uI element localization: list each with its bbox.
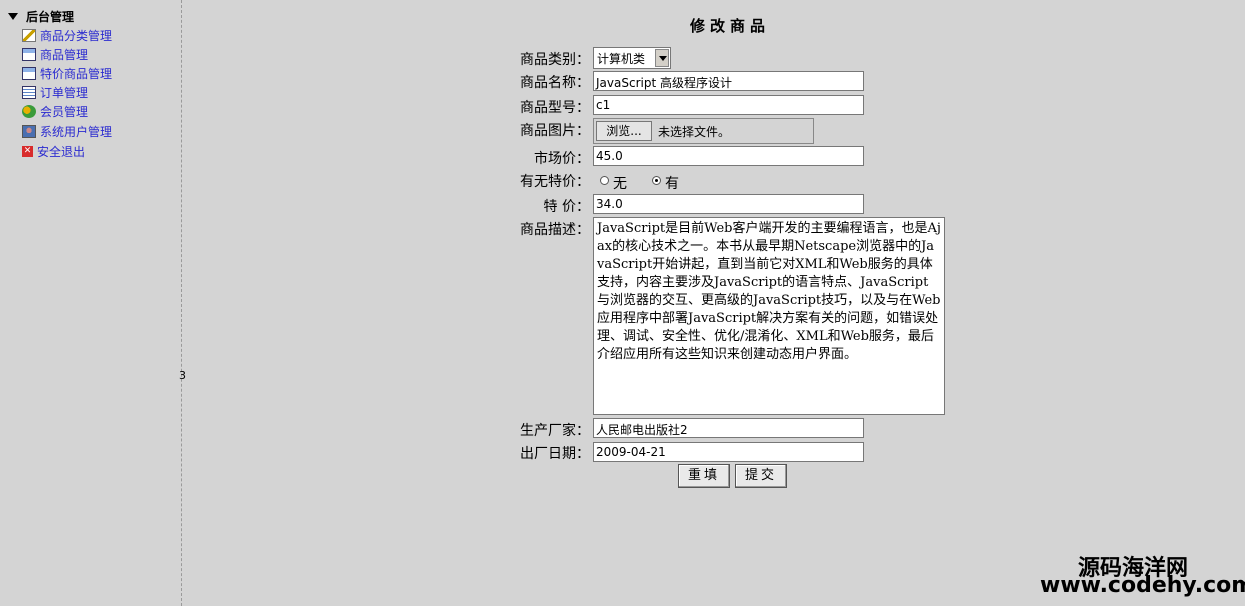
exit-icon: ✕ — [22, 146, 33, 157]
sidebar-item-label: 系统用户管理 — [40, 125, 113, 139]
radio-special-yes[interactable] — [652, 176, 661, 185]
sidebar-item-order-management[interactable]: 订单管理 — [22, 84, 88, 101]
reset-button[interactable]: 重填 — [678, 464, 730, 488]
description-label: 商品描述： — [520, 222, 590, 238]
user-icon — [22, 125, 36, 138]
sidebar-item-label: 特价商品管理 — [40, 67, 113, 81]
sidebar-item-product-management[interactable]: 商品管理 — [22, 46, 88, 63]
browse-button[interactable]: 浏览... — [596, 121, 652, 141]
sidebar-item-label: 会员管理 — [40, 105, 89, 119]
sidebar: 后台管理 商品分类管理 商品管理 特价商品管理 订单管理 会员管理 系统用户管理… — [0, 0, 180, 606]
category-label: 商品类别： — [520, 52, 590, 68]
special-price-label: 特 价： — [543, 199, 590, 215]
special-price-input[interactable]: 34.0 — [593, 194, 864, 214]
manufacturer-input[interactable]: 人民邮电出版社2 — [593, 418, 864, 438]
image-label: 商品图片： — [520, 123, 590, 139]
date-input[interactable]: 2009-04-21 — [593, 442, 864, 462]
category-select[interactable]: 计算机类 — [593, 47, 671, 69]
image-file-input[interactable]: 浏览... 未选择文件。 — [593, 118, 814, 144]
list-icon — [22, 86, 36, 99]
radio-special-no[interactable] — [600, 176, 609, 185]
frame-divider[interactable] — [181, 0, 182, 606]
name-label: 商品名称： — [520, 75, 590, 91]
description-textarea[interactable]: JavaScript是目前Web客户端开发的主要编程语言，也是Ajax的核心技术… — [593, 217, 945, 415]
sidebar-item-system-user-management[interactable]: 系统用户管理 — [22, 123, 112, 140]
manufacturer-label: 生产厂家： — [520, 423, 590, 439]
chart-window-icon — [22, 67, 36, 80]
sidebar-item-label: 安全退出 — [37, 145, 86, 159]
tree-root-label: 后台管理 — [26, 10, 75, 24]
chart-window-icon — [22, 48, 36, 61]
market-price-input[interactable]: 45.0 — [593, 146, 864, 166]
submit-button[interactable]: 提交 — [735, 464, 787, 488]
date-label: 出厂日期： — [520, 446, 590, 462]
triangle-down-icon[interactable] — [8, 13, 18, 20]
page-title: 修改商品 — [690, 17, 771, 35]
market-price-label: 市场价： — [534, 151, 590, 167]
pencil-icon — [22, 29, 36, 42]
sidebar-item-member-management[interactable]: 会员管理 — [22, 103, 88, 120]
sidebar-item-logout[interactable]: ✕ 安全退出 — [22, 143, 85, 160]
special-label: 有无特价： — [520, 174, 590, 190]
model-input[interactable]: c1 — [593, 95, 864, 115]
file-status: 未选择文件。 — [658, 125, 731, 139]
model-label: 商品型号： — [520, 100, 590, 116]
sidebar-item-special-product-management[interactable]: 特价商品管理 — [22, 65, 112, 82]
sidebar-item-label: 商品分类管理 — [40, 29, 113, 43]
category-select-value: 计算机类 — [597, 52, 646, 66]
watermark-en: www.codehy.com — [1040, 573, 1245, 598]
splitter-label: 3 — [179, 369, 186, 382]
radio-special-yes-label: 有 — [665, 176, 679, 192]
chevron-down-icon[interactable] — [655, 49, 669, 67]
sidebar-item-category-management[interactable]: 商品分类管理 — [22, 27, 112, 44]
people-icon — [22, 105, 36, 118]
name-input[interactable]: JavaScript 高级程序设计 — [593, 71, 864, 91]
radio-special-no-label: 无 — [613, 176, 627, 192]
sidebar-item-label: 商品管理 — [40, 48, 89, 62]
tree-root-admin[interactable]: 后台管理 — [8, 8, 74, 25]
sidebar-item-label: 订单管理 — [40, 86, 89, 100]
